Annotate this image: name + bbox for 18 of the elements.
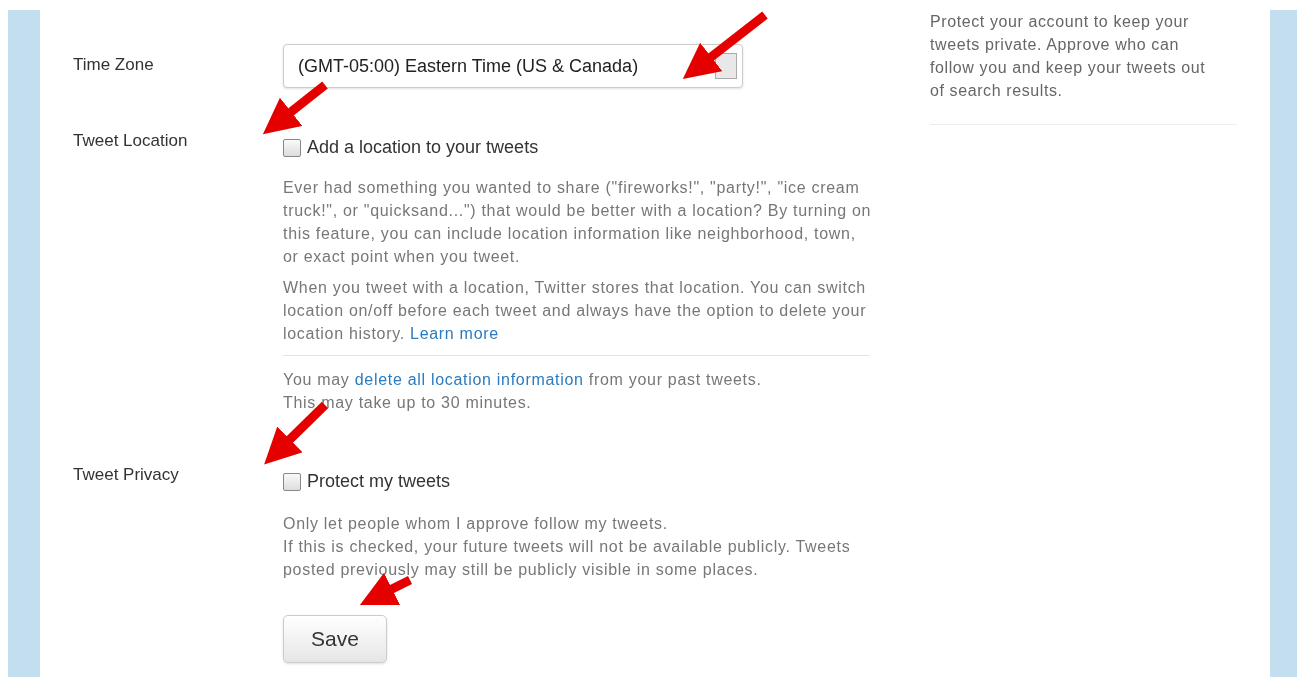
time-zone-dropdown[interactable]: (GMT-05:00) Eastern Time (US & Canada) [283, 44, 743, 88]
sidebar-note: Protect your account to keep your tweets private. Approve who can follow you and keep your tweets out of search results. [930, 12, 1207, 101]
description-text: When you tweet with a location, Twitter stores that location. You can switch location on/off before each tweet and always have the option to delete your location history. Learn more [283, 278, 868, 344]
setting-label: Time Zone [73, 54, 155, 76]
setting-label: Tweet Location [73, 130, 189, 152]
learn-more-link[interactable]: Learn more [410, 325, 499, 342]
checkbox-label[interactable]: Protect my tweets [307, 468, 451, 495]
description-text: Ever had something you wanted to share ("fireworks!", "party!", "ice cream truck!", or "quicksand...") that would be better with a location? By turning on this feature, you can include location information like neighborhood, town, or exact point when you tweet. [283, 178, 873, 267]
description-text: Only let people whom I approve follow my tweets. [283, 514, 669, 534]
checkbox[interactable] [283, 138, 301, 157]
checkbox-label[interactable]: Add a location to your tweets [307, 134, 539, 161]
delete-location-link[interactable]: delete all location information [354, 371, 584, 388]
description-text: You may delete all location information from your past tweets. [283, 370, 763, 390]
checkbox[interactable] [283, 472, 301, 491]
arrow [262, 81, 328, 135]
description-text: If this is checked, your future tweets will not be available publicly. Tweets posted previously may still be publicly visible in some places. [283, 537, 852, 580]
setting-label: Tweet Privacy [73, 464, 180, 486]
save-button[interactable]: Save [283, 615, 387, 663]
